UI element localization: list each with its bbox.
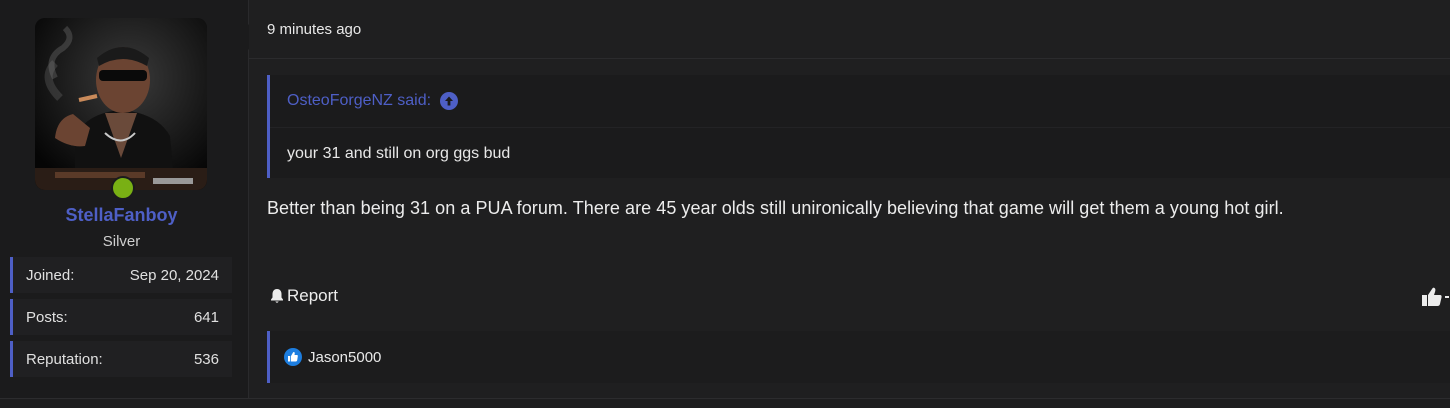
post-header: 9 minutes ago [249,0,1450,59]
stat-label: Joined: [26,266,75,284]
like-icon [284,348,302,366]
post-timestamp[interactable]: 9 minutes ago [267,21,361,38]
stat-value: Sep 20, 2024 [129,266,219,284]
stat-value: 641 [193,308,219,326]
user-title: Silver [102,233,141,250]
post-main: 9 minutes ago OsteoForgeNZ said: your 31… [249,0,1450,398]
like-button[interactable] [1421,286,1449,308]
stat-reputation: Reputation: 536 [10,341,232,377]
reactions-bar[interactable]: Jason5000 [267,331,1450,383]
report-label: Report [287,286,339,305]
stat-label: Posts: [26,308,68,326]
report-button[interactable]: Report [269,286,338,306]
avatar[interactable] [35,18,207,190]
quote-block: OsteoForgeNZ said: your 31 and still on … [267,75,1450,178]
online-status-indicator [111,176,135,200]
avatar-image [35,18,207,190]
forum-post: StellaFanboy Silver Joined: Sep 20, 2024… [0,0,1450,399]
stat-value: 536 [193,350,219,368]
quote-text: your 31 and still on org ggs bud [287,145,511,162]
quote-author: OsteoForgeNZ said: [287,92,432,109]
bell-icon [271,288,283,303]
thumbs-up-icon [1422,287,1449,306]
post-message: Better than being 31 on a PUA forum. The… [267,198,1284,218]
quote-author-link[interactable]: OsteoForgeNZ said: [270,75,1450,128]
reaction-users[interactable]: Jason5000 [308,349,381,366]
username-link[interactable]: StellaFanboy [0,205,243,226]
arrow-up-circle-icon[interactable] [440,92,459,110]
stat-posts: Posts: 641 [10,299,232,335]
stat-joined: Joined: Sep 20, 2024 [10,257,232,293]
stat-label: Reputation: [26,350,103,368]
user-info-panel: StellaFanboy Silver Joined: Sep 20, 2024… [0,0,249,398]
